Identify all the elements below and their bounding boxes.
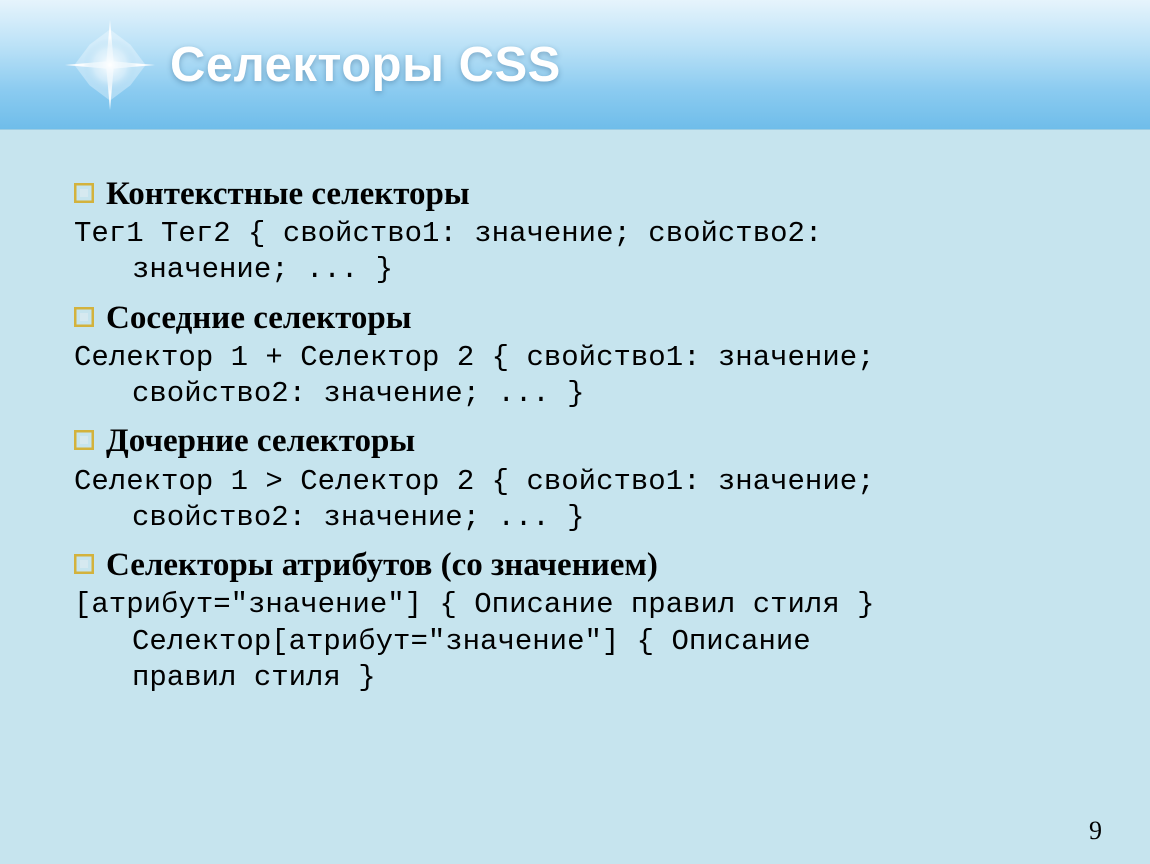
code-line: Селектор[атрибут="значение"] { Описание xyxy=(74,624,1076,660)
bullet-icon xyxy=(74,307,94,327)
heading-child-selectors: Дочерние селекторы xyxy=(74,420,1076,462)
slide: Селекторы CSS Контекстные селекторы Тег1… xyxy=(0,0,1150,864)
heading-context-selectors: Контекстные селекторы xyxy=(74,173,1076,215)
code-line: правил стиля } xyxy=(74,660,1076,696)
heading-attribute-selectors: Селекторы атрибутов (со значением) xyxy=(74,544,1076,586)
bullet-icon xyxy=(74,554,94,574)
slide-body: Контекстные селекторы Тег1 Тег2 { свойст… xyxy=(74,165,1076,804)
heading-text: Селекторы атрибутов (со значением) xyxy=(106,544,658,586)
heading-adjacent-selectors: Соседние селекторы xyxy=(74,297,1076,339)
bullet-icon xyxy=(74,430,94,450)
code-line: Тег1 Тег2 { свойство1: значение; свойств… xyxy=(74,216,1076,252)
code-block: Тег1 Тег2 { свойство1: значение; свойств… xyxy=(74,216,1076,289)
code-line: Селектор 1 + Селектор 2 { свойство1: зна… xyxy=(74,340,1076,376)
code-block: Селектор 1 > Селектор 2 { свойство1: зна… xyxy=(74,464,1076,537)
heading-text: Контекстные селекторы xyxy=(106,173,470,215)
page-number: 9 xyxy=(1089,816,1102,846)
heading-text: Соседние селекторы xyxy=(106,297,411,339)
code-line: свойство2: значение; ... } xyxy=(74,500,1076,536)
sparkle-icon xyxy=(65,20,155,110)
code-block: Селектор 1 + Селектор 2 { свойство1: зна… xyxy=(74,340,1076,413)
code-block: [атрибут="значение"] { Описание правил с… xyxy=(74,587,1076,696)
title-bar: Селекторы CSS xyxy=(0,0,1150,130)
code-line: Селектор 1 > Селектор 2 { свойство1: зна… xyxy=(74,464,1076,500)
code-line: [атрибут="значение"] { Описание правил с… xyxy=(74,587,1076,623)
code-line: свойство2: значение; ... } xyxy=(74,376,1076,412)
heading-text: Дочерние селекторы xyxy=(106,420,415,462)
bullet-icon xyxy=(74,183,94,203)
code-line: значение; ... } xyxy=(74,252,1076,288)
slide-title: Селекторы CSS xyxy=(170,37,561,93)
